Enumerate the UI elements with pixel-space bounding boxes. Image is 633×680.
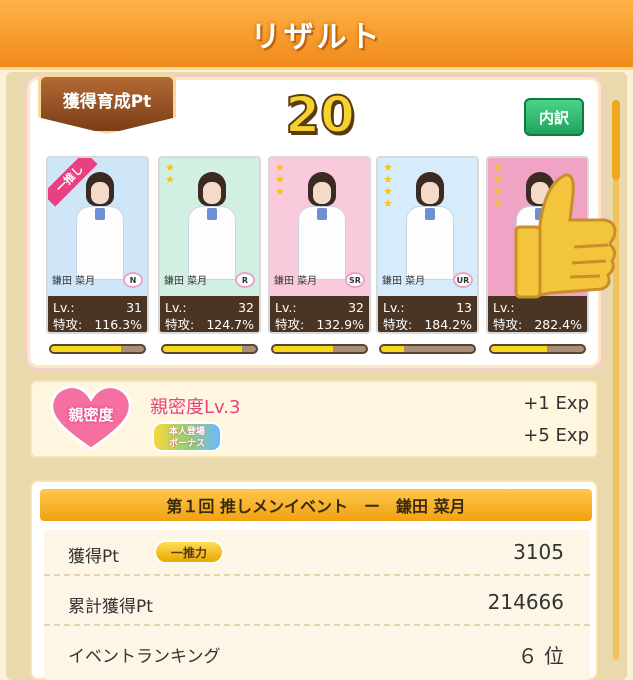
bonus-badge-text: 本人登場 ボーナス [168,427,205,449]
event-row-label: 累計獲得Pt [68,597,153,617]
card-exp-bar [379,344,476,354]
rarity-stars: ★ ★ [165,161,175,186]
rarity-badge: N [123,272,143,288]
self-appearance-bonus-badge: 本人登場 ボーナス [152,422,222,452]
affinity-exp-2: +5 Exp [523,425,589,446]
member-portrait [188,168,236,280]
card-exp-fill [51,346,121,352]
event-row-total-points: 累計獲得Pt 214666 [44,580,590,626]
event-row-value: 3105 [513,540,564,564]
attack-label: 特攻: [383,317,413,332]
affinity-exp-1: +1 Exp [523,393,589,414]
event-row-ranking: イベントランキング ６ 位 [44,630,590,676]
rarity-badge: UR [453,272,473,288]
member-card[interactable]: 鎌田 菜月 N 一推し Lv.: 31 特攻: 116.3% [46,156,149,334]
event-row-points: 獲得Pt 一推力 3105 [44,530,590,576]
growth-points-value: 20 [284,85,356,145]
event-row-label: イベントランキング [68,647,221,667]
card-member-name: 鎌田 菜月 [274,276,318,287]
level-label: Lv.: [383,300,405,315]
level-value: 31 [126,300,142,315]
breakdown-button[interactable]: 内訳 [524,98,584,136]
attack-label: 特攻: [53,317,83,332]
card-exp-bar [161,344,258,354]
member-portrait [76,168,124,280]
attack-label: 特攻: [493,317,523,332]
rarity-stars: ★ ★ ★ ★ [383,161,393,210]
affinity-heart-label: 親密度 [68,406,114,424]
ichi-suiryoku-badge: 一推力 [154,540,224,564]
thumbs-up-icon [514,173,617,299]
attack-value: 132.9% [316,317,364,332]
level-value: 32 [238,300,254,315]
event-row-label: 獲得Pt [68,547,119,567]
result-header: リザルト [0,0,633,70]
card-exp-fill [163,346,243,352]
affinity-level: 親密度Lv.3 [150,397,241,418]
event-row-value: 214666 [487,590,564,614]
card-stats: Lv.: 31 特攻: 116.3% [48,296,147,332]
member-card[interactable]: ★ ★ 鎌田 菜月 R Lv.: 32 特攻: 124.7% [158,156,261,334]
attack-value: 184.2% [424,317,472,332]
card-exp-bar [49,344,146,354]
attack-label: 特攻: [275,317,305,332]
event-header: 第１回 推しメンイベント ー 鎌田 菜月 [40,489,592,521]
level-label: Lv.: [165,300,187,315]
card-stats: Lv.: 32 特攻: 124.7% [160,296,259,332]
card-art: ★ ★ ★ 鎌田 菜月 SR [270,158,369,296]
member-portrait [406,168,454,280]
card-exp-fill [491,346,547,352]
growth-points-label: 獲得育成Pt [62,92,152,112]
attack-value: 282.4% [534,317,582,332]
card-exp-bar [271,344,368,354]
member-portrait [298,168,346,280]
member-card[interactable]: ★ ★ ★ 鎌田 菜月 SR Lv.: 32 特攻: 132.9% [268,156,371,334]
card-exp-bar [489,344,586,354]
rarity-stars: ★ ★ ★ ★ [493,161,503,210]
rarity-badge: R [235,272,255,288]
level-label: Lv.: [53,300,75,315]
attack-label: 特攻: [165,317,195,332]
card-art: ★ ★ ★ ★ 鎌田 菜月 UR [378,158,477,296]
card-exp-fill [273,346,334,352]
level-label: Lv.: [275,300,297,315]
rarity-badge: SR [345,272,365,288]
card-stats: Lv.: 32 特攻: 132.9% [270,296,369,332]
card-member-name: 鎌田 菜月 [382,276,426,287]
card-member-name: 鎌田 菜月 [52,276,96,287]
attack-value: 116.3% [94,317,142,332]
attack-value: 124.7% [206,317,254,332]
member-card[interactable]: ★ ★ ★ ★ 鎌田 菜月 UR Lv.: 13 特攻: 184.2% [376,156,479,334]
card-member-name: 鎌田 菜月 [164,276,208,287]
result-title: リザルト [250,19,383,55]
card-exp-fill [381,346,405,352]
event-row-value: ６ 位 [517,644,564,668]
card-art: ★ ★ 鎌田 菜月 R [160,158,259,296]
rarity-stars: ★ ★ ★ [275,161,285,198]
card-stats: Lv.: 13 特攻: 184.2% [378,296,477,332]
level-value: 13 [456,300,472,315]
level-value: 32 [348,300,364,315]
